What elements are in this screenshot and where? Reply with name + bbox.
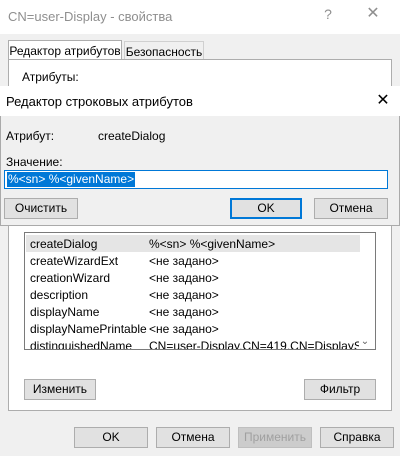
attributes-caption: Атрибуты:: [22, 70, 79, 84]
attribute-name: displayNamePrintable: [30, 322, 147, 336]
attribute-name: creationWizard: [30, 271, 111, 285]
list-item[interactable]: displayName <не задано>: [26, 303, 360, 320]
attribute-label: Атрибут:: [6, 129, 55, 143]
cancel-button[interactable]: Отмена: [156, 427, 230, 448]
list-item[interactable]: displayNamePrintable <не задано>: [26, 320, 360, 337]
list-item[interactable]: distinguishedName CN=user-Display,CN=419…: [26, 337, 360, 350]
list-item[interactable]: creationWizard <не задано>: [26, 269, 360, 286]
tab-attribute-editor[interactable]: Редактор атрибутов: [8, 40, 122, 60]
dialog-title: Редактор строковых атрибутов: [6, 94, 193, 109]
attribute-name-value: createDialog: [98, 129, 166, 143]
attribute-value: <не задано>: [149, 305, 219, 319]
scroll-down-icon[interactable]: ⌄: [358, 336, 372, 348]
value-input[interactable]: %<sn> %<givenName>: [4, 170, 388, 189]
tab-attribute-editor-label: Редактор атрибутов: [9, 44, 121, 58]
tab-security-label: Безопасность: [125, 45, 203, 59]
dialog-cancel-button[interactable]: Отмена: [314, 198, 388, 219]
value-label: Значение:: [6, 155, 63, 169]
tab-security[interactable]: Безопасность: [124, 41, 204, 60]
attribute-value: <не задано>: [149, 254, 219, 268]
filter-button[interactable]: Фильтр: [304, 379, 376, 400]
list-item[interactable]: description <не задано>: [26, 286, 360, 303]
ok-button[interactable]: OK: [74, 427, 148, 448]
list-item[interactable]: createWizardExt <не задано>: [26, 252, 360, 269]
attribute-name: description: [30, 288, 89, 302]
attribute-value: <не задано>: [149, 288, 219, 302]
attribute-name: createDialog: [30, 237, 98, 251]
attribute-value: <не задано>: [149, 271, 219, 285]
properties-close-icon[interactable]: ✕: [360, 3, 386, 27]
edit-button[interactable]: Изменить: [24, 379, 96, 400]
attribute-name: displayName: [30, 305, 100, 319]
help-icon[interactable]: ?: [318, 6, 338, 26]
clear-button[interactable]: Очистить: [4, 198, 78, 219]
attribute-name: createWizardExt: [30, 254, 119, 268]
attribute-list[interactable]: createDialog %<sn> %<givenName> createWi…: [24, 232, 376, 350]
attribute-value: CN=user-Display,CN=419,CN=DisplaySpecifi: [149, 339, 359, 350]
dialog-close-icon[interactable]: ✕: [372, 90, 394, 112]
value-input-text: %<sn> %<givenName>: [7, 172, 136, 187]
list-item[interactable]: createDialog %<sn> %<givenName>: [26, 235, 360, 252]
attribute-value: %<sn> %<givenName>: [149, 237, 276, 251]
help-button[interactable]: Справка: [320, 427, 394, 448]
attribute-value: <не задано>: [149, 322, 219, 336]
apply-button[interactable]: Применить: [238, 427, 312, 448]
attribute-name: distinguishedName: [30, 339, 133, 350]
properties-window-title: CN=user-Display - свойства: [8, 9, 173, 24]
dialog-ok-button[interactable]: OK: [230, 198, 302, 219]
